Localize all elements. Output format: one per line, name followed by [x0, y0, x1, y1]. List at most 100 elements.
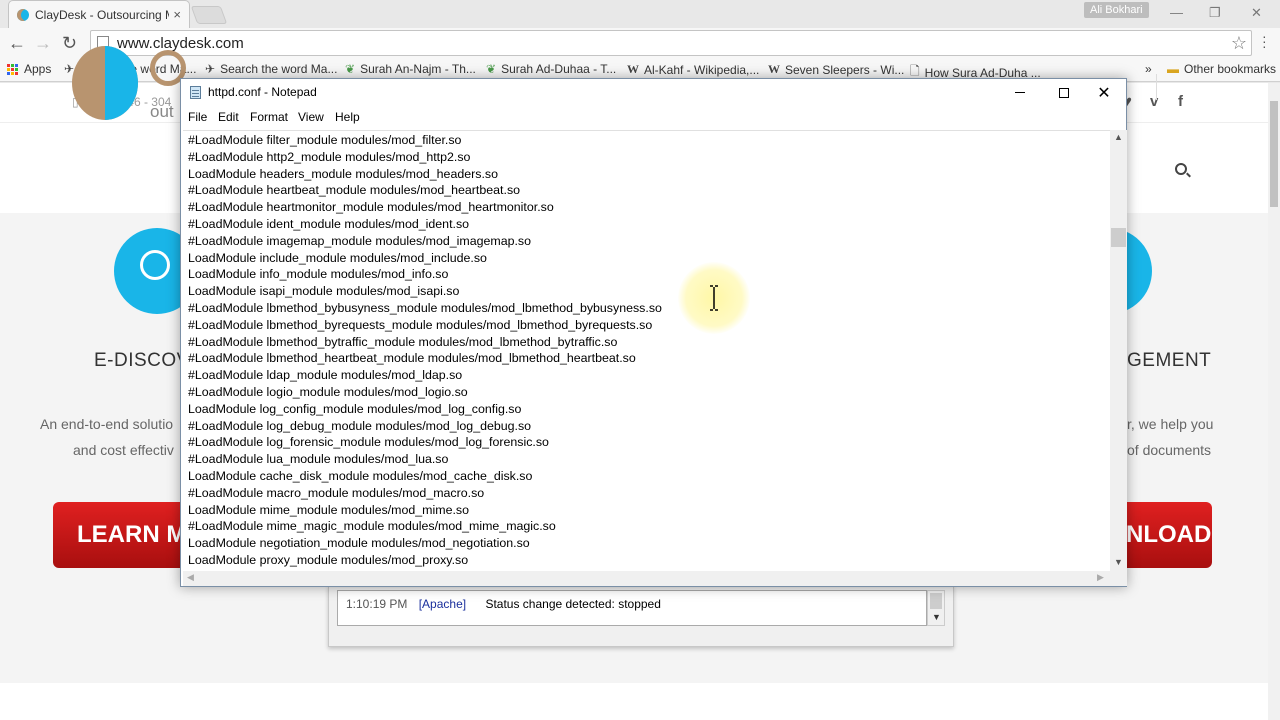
config-line: #LoadModule imagemap_module modules/mod_…: [188, 233, 532, 248]
bookmark-item[interactable]: ❦ Surah An-Najm - Th...: [345, 62, 476, 76]
download-label: NLOAD: [1126, 521, 1212, 548]
config-line: LoadModule info_module modules/mod_info.…: [188, 267, 449, 282]
close-icon: ✕: [1097, 84, 1111, 102]
minimize-icon: [1015, 92, 1025, 93]
text-cursor-icon: [710, 285, 718, 311]
notepad-menubar: File Edit Format View Help: [181, 106, 1126, 128]
bookmark-label: Surah An-Najm - Th...: [360, 62, 476, 76]
bird-icon: ❦: [486, 62, 497, 76]
bookmark-label: Search the word Ma...: [220, 62, 338, 76]
scroll-up-icon[interactable]: ▲: [1114, 132, 1123, 142]
xampp-log-scrollbar[interactable]: ▼: [927, 590, 945, 626]
tab-close-icon[interactable]: ×: [173, 7, 181, 22]
config-line: LoadModule include_module modules/mod_in…: [188, 250, 487, 265]
config-line: #LoadModule lbmethod_bybusyness_module m…: [188, 301, 662, 315]
notepad-maximize-button[interactable]: [1042, 79, 1086, 106]
address-bar[interactable]: www.claydesk.com ☆: [90, 30, 1252, 56]
new-tab-button[interactable]: [190, 6, 228, 24]
notepad-window: httpd.conf - Notepad ✕ File Edit Format …: [180, 78, 1127, 587]
tab-strip: ClayDesk - Outsourcing M × Ali Bokhari —…: [0, 0, 1280, 28]
ediscovery-desc-1: An end-to-end solutio: [40, 416, 174, 432]
browser-close-icon[interactable]: ✕: [1251, 5, 1262, 21]
page-icon: ✈: [205, 62, 216, 76]
config-line: #LoadModule heartmonitor_module modules/…: [188, 200, 554, 215]
bookmark-item[interactable]: ✈ Search the word Ma...: [205, 62, 337, 76]
notepad-text-area[interactable]: #LoadModule filter_module modules/mod_fi…: [183, 130, 1114, 571]
scroll-down-icon[interactable]: ▼: [1114, 557, 1123, 567]
maximize-icon: [1059, 87, 1069, 98]
wikipedia-icon: W: [768, 62, 780, 76]
more-bookmarks-button[interactable]: »: [1145, 62, 1152, 76]
bookmark-star-icon[interactable]: ☆: [1231, 33, 1247, 54]
facebook-icon[interactable]: f: [1178, 93, 1183, 110]
notepad-horizontal-scrollbar[interactable]: ◀ ▶: [183, 571, 1110, 586]
config-line: LoadModule negotiation_module modules/mo…: [188, 536, 530, 551]
log-time: 1:10:19 PM: [346, 597, 408, 611]
vertical-scroll-thumb[interactable]: [1111, 228, 1126, 247]
management-title: GEMENT: [1127, 350, 1212, 371]
bookmark-item[interactable]: ❦ Surah Ad-Duhaa - T...: [486, 62, 616, 76]
management-desc-1: r, we help you: [1127, 416, 1214, 432]
xampp-log[interactable]: 1:10:19 PM [Apache] Status change detect…: [337, 590, 927, 626]
menu-view[interactable]: View: [298, 110, 324, 124]
config-line: LoadModule isapi_module modules/mod_isap…: [188, 284, 460, 299]
claydesk-logo-icon[interactable]: [72, 46, 138, 120]
menu-edit[interactable]: Edit: [218, 110, 239, 124]
notepad-vertical-scrollbar[interactable]: ▲ ▼: [1110, 130, 1127, 571]
config-line: LoadModule proxy_module modules/mod_prox…: [188, 553, 469, 567]
site-search-icon[interactable]: [1175, 163, 1187, 175]
bookmark-label: Surah Ad-Duhaa - T...: [501, 62, 617, 76]
scroll-down-icon[interactable]: ▼: [932, 612, 941, 622]
page-scrollbar[interactable]: [1268, 83, 1280, 720]
reload-icon[interactable]: ↻: [62, 33, 77, 54]
other-bookmarks-folder[interactable]: ▬ Other bookmarks: [1167, 62, 1276, 76]
bookmark-item[interactable]: W Al-Kahf - Wikipedia,...: [627, 62, 759, 77]
notepad-titlebar[interactable]: httpd.conf - Notepad ✕: [181, 79, 1126, 106]
notepad-title: httpd.conf - Notepad: [208, 85, 317, 99]
scroll-left-icon[interactable]: ◀: [187, 572, 194, 583]
log-message: Status change detected: stopped: [485, 597, 661, 611]
menu-help[interactable]: Help: [335, 110, 360, 124]
browser-minimize-icon[interactable]: —: [1170, 5, 1183, 20]
config-line: #LoadModule log_forensic_module modules/…: [188, 435, 549, 450]
back-arrow-icon[interactable]: ←: [8, 33, 26, 54]
size-grip: [1110, 571, 1127, 586]
bird-icon: ❦: [345, 62, 356, 76]
tab-title: ClayDesk - Outsourcing M: [35, 7, 170, 22]
bookmark-label: Apps: [24, 62, 52, 76]
config-line: LoadModule headers_module modules/mod_he…: [188, 166, 498, 181]
page-scroll-thumb[interactable]: [1270, 101, 1278, 207]
bookmark-apps[interactable]: Apps: [7, 62, 51, 76]
forward-arrow-icon[interactable]: →: [34, 33, 52, 54]
bookmark-item[interactable]: W Seven Sleepers - Wi...: [768, 62, 904, 77]
learn-more-button[interactable]: LEARN M: [53, 502, 193, 568]
bookmark-label: Al-Kahf - Wikipedia,...: [644, 62, 760, 77]
menu-file[interactable]: File: [188, 110, 207, 124]
management-desc-2: of documents: [1127, 442, 1212, 458]
learn-more-label: LEARN M: [77, 521, 187, 548]
browser-tab[interactable]: ClayDesk - Outsourcing M ×: [8, 0, 190, 28]
vimeo-icon[interactable]: v: [1150, 93, 1158, 110]
ediscovery-title: E-DISCOV: [94, 350, 190, 371]
config-line: #LoadModule ident_module modules/mod_ide…: [188, 217, 470, 231]
menu-format[interactable]: Format: [250, 110, 288, 124]
notepad-close-button[interactable]: ✕: [1082, 79, 1126, 106]
bookmark-label: Seven Sleepers - Wi...: [785, 62, 905, 77]
folder-icon: ▬: [1167, 62, 1179, 76]
browser-menu-icon[interactable]: · · ·: [1262, 29, 1267, 53]
config-line: #LoadModule ldap_module modules/mod_ldap…: [188, 368, 463, 383]
notepad-minimize-button[interactable]: [998, 79, 1042, 106]
scroll-thumb[interactable]: [930, 593, 942, 609]
logo-text: out: [150, 102, 174, 121]
config-line: #LoadModule log_debug_module modules/mod…: [188, 418, 532, 433]
config-line: #LoadModule lbmethod_byrequests_module m…: [188, 317, 653, 332]
profile-user-name[interactable]: Ali Bokhari: [1084, 2, 1149, 18]
xampp-control-panel: 1:10:19 PM [Apache] Status change detect…: [328, 585, 954, 647]
more-bookmarks-label: »: [1145, 62, 1152, 76]
apps-icon: [7, 63, 18, 75]
browser-restore-icon[interactable]: ❐: [1209, 5, 1221, 21]
scroll-right-icon[interactable]: ▶: [1097, 572, 1104, 583]
config-line: #LoadModule filter_module modules/mod_fi…: [188, 133, 462, 147]
config-line: #LoadModule http2_module modules/mod_htt…: [188, 149, 471, 164]
config-line: #LoadModule macro_module modules/mod_mac…: [188, 485, 485, 500]
